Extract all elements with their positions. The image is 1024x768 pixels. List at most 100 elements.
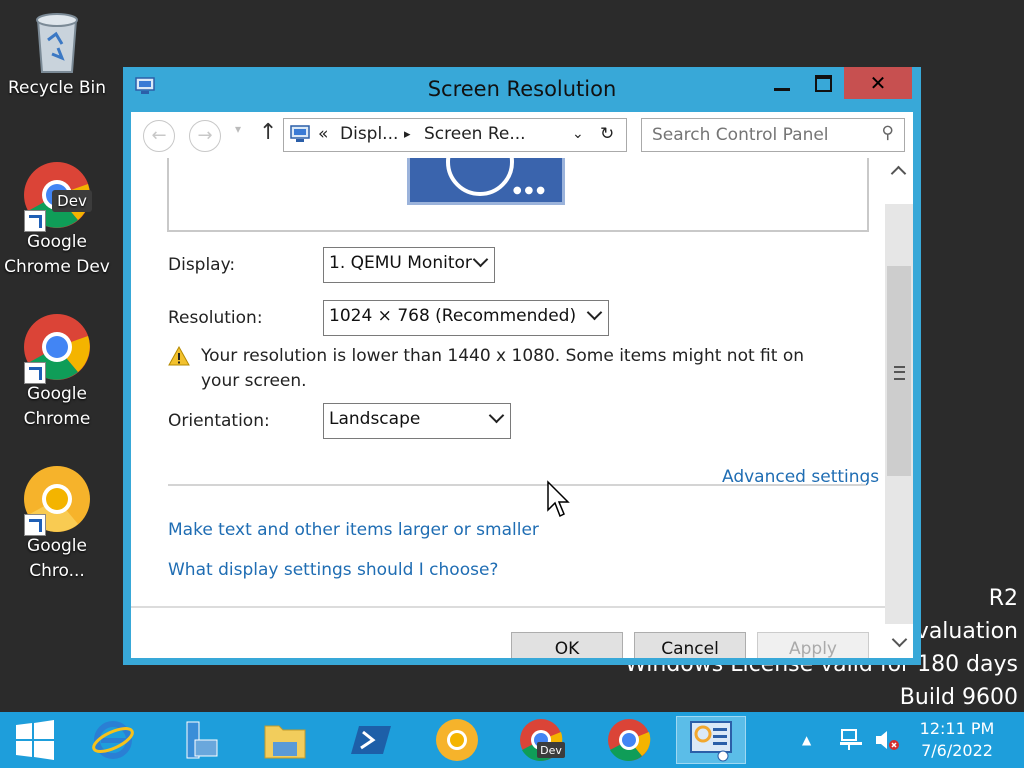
scrollbar-thumb[interactable]	[887, 266, 911, 476]
chrome-icon	[608, 719, 651, 761]
scroll-up-icon[interactable]	[891, 164, 903, 176]
vertical-scrollbar[interactable]	[885, 158, 913, 628]
address-bar[interactable]: « Displ... ▸ Screen Re... ⌄ ↻	[283, 118, 627, 152]
search-box[interactable]: ⚲	[641, 118, 905, 152]
orientation-label: Orientation:	[168, 411, 270, 431]
desktop-icon-label-line1: Google	[27, 536, 87, 556]
monitor-preview-frame: ●●●	[167, 158, 869, 232]
taskbar: Dev ▲ 12:11 PM 7/6/2022	[0, 712, 1024, 768]
minimize-button[interactable]	[762, 67, 802, 99]
breadcrumb-screen-resolution[interactable]: Screen Re...	[424, 124, 526, 144]
chrome-canary-icon	[22, 464, 92, 536]
scrollbar-track[interactable]	[885, 204, 913, 624]
desktop-icon-label-line1: Google	[27, 232, 87, 252]
chrome-dev-icon: Dev	[22, 160, 92, 232]
shortcut-arrow-icon	[24, 514, 46, 536]
content-pane: ●●● Display: 1. QEMU Monitor Resolution:…	[131, 158, 885, 658]
cancel-button[interactable]: Cancel	[634, 632, 746, 658]
display-label: Display:	[168, 255, 236, 275]
taskbar-file-explorer[interactable]	[250, 716, 320, 764]
search-icon[interactable]: ⚲	[882, 123, 894, 143]
text-size-link[interactable]: Make text and other items larger or smal…	[168, 520, 539, 540]
resolution-select[interactable]: 1024 × 768 (Recommended)	[323, 300, 609, 336]
monitor-icon[interactable]: ●●●	[407, 158, 565, 205]
arrow-right-icon: →	[197, 125, 213, 146]
grip-icon	[894, 366, 905, 380]
clock-time: 12:11 PM	[919, 719, 995, 738]
refresh-icon[interactable]: ↻	[600, 124, 614, 144]
screen-resolution-window: Screen Resolution ✕ ← → ▾ ↑ « Displ... ▸…	[123, 67, 921, 665]
recent-locations-dropdown[interactable]: ▾	[235, 122, 241, 136]
forward-button[interactable]: →	[189, 120, 221, 152]
desktop-icon-label-line1: Google	[27, 384, 87, 404]
folder-icon	[264, 725, 306, 759]
desktop-icon-label-line2: Chro...	[29, 561, 85, 581]
chrome-icon	[22, 312, 92, 384]
search-input[interactable]	[650, 122, 874, 148]
internet-explorer-icon	[92, 721, 134, 759]
mouse-pointer-icon	[546, 480, 570, 520]
network-icon[interactable]	[838, 712, 864, 768]
taskbar-control-panel[interactable]	[676, 716, 746, 764]
desktop-icon-recycle-bin[interactable]: Recycle Bin	[2, 6, 112, 101]
apply-button[interactable]: Apply	[757, 632, 869, 658]
desktop-icon-chrome[interactable]: Google Chrome	[2, 312, 112, 432]
dev-badge: Dev	[540, 744, 562, 757]
close-icon: ✕	[869, 71, 887, 95]
control-panel-icon	[690, 721, 732, 762]
scroll-down-icon[interactable]	[885, 628, 913, 658]
shortcut-arrow-icon	[24, 362, 46, 384]
breadcrumb-display[interactable]: Displ...	[340, 124, 398, 144]
chevron-down-icon	[586, 304, 603, 321]
display-select[interactable]: 1. QEMU Monitor	[323, 247, 495, 283]
resolution-warning-text: Your resolution is lower than 1440 x 108…	[201, 346, 804, 391]
ok-button[interactable]: OK	[511, 632, 623, 658]
breadcrumb-separator-icon[interactable]: ▸	[404, 127, 411, 142]
display-select-value: 1. QEMU Monitor	[329, 253, 472, 273]
close-button[interactable]: ✕	[844, 67, 912, 99]
taskbar-powershell[interactable]	[336, 716, 406, 764]
footer-divider	[131, 606, 885, 608]
chevron-down-icon	[472, 251, 489, 268]
orientation-select-value: Landscape	[329, 409, 421, 429]
control-panel-icon	[290, 125, 310, 147]
taskbar-chrome[interactable]	[594, 716, 664, 764]
chrome-canary-icon	[436, 719, 478, 761]
shortcut-arrow-icon	[24, 210, 46, 232]
up-button[interactable]: ↑	[259, 120, 277, 145]
orientation-select[interactable]: Landscape	[323, 403, 511, 439]
arrow-left-icon: ←	[151, 125, 167, 146]
taskbar-internet-explorer[interactable]	[78, 716, 148, 764]
title-bar[interactable]: Screen Resolution ✕	[123, 67, 921, 112]
desktop-icon-label-line2: Chrome Dev	[4, 257, 110, 277]
dev-badge: Dev	[57, 192, 87, 210]
maximize-button[interactable]	[803, 67, 843, 99]
desktop-icon-chrome-canary[interactable]: Google Chro...	[2, 464, 112, 584]
start-button[interactable]	[0, 716, 70, 764]
chevron-down-icon	[488, 407, 505, 424]
show-hidden-icons-button[interactable]: ▲	[802, 712, 811, 768]
powershell-icon	[351, 726, 391, 754]
clock-date: 7/6/2022	[921, 741, 993, 760]
chrome-dev-icon: Dev	[520, 719, 565, 761]
desktop-icon-label-line2: Chrome	[23, 409, 91, 429]
back-button[interactable]: ←	[143, 120, 175, 152]
recycle-bin-icon	[22, 6, 92, 76]
watermark-line1: R2	[988, 586, 1018, 611]
desktop-icon-label: Recycle Bin	[7, 78, 106, 98]
chevron-up-icon: ▲	[802, 733, 812, 747]
taskbar-chrome-canary[interactable]	[422, 716, 492, 764]
divider	[168, 484, 866, 486]
arrow-up-icon: ↑	[259, 120, 278, 145]
taskbar-chrome-dev[interactable]: Dev	[508, 716, 578, 764]
windows-logo-icon	[16, 720, 54, 760]
server-manager-icon	[186, 721, 218, 759]
display-help-link[interactable]: What display settings should I choose?	[168, 560, 498, 580]
volume-muted-icon[interactable]	[874, 712, 902, 768]
breadcrumb-overflow[interactable]: «	[318, 124, 328, 144]
taskbar-server-manager[interactable]	[164, 716, 234, 764]
address-dropdown-icon[interactable]: ⌄	[572, 126, 584, 142]
watermark-line4: Build 9600	[899, 685, 1018, 710]
desktop-icon-chrome-dev[interactable]: Dev Google Chrome Dev	[2, 160, 112, 280]
system-clock[interactable]: 12:11 PM 7/6/2022	[914, 718, 1000, 762]
